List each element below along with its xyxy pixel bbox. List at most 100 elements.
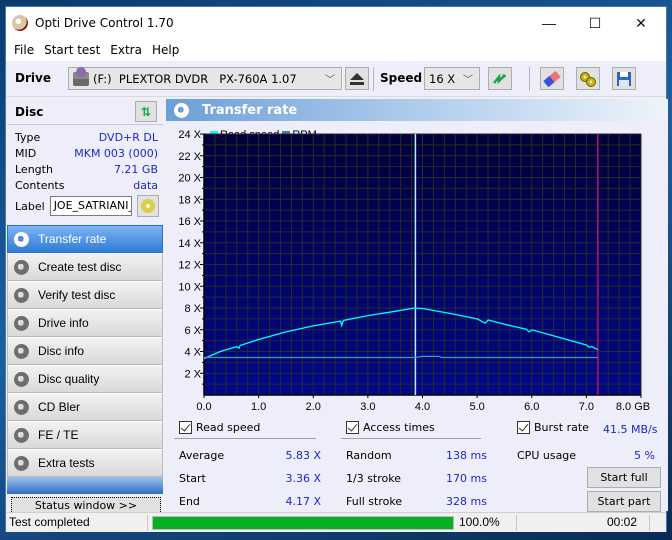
progress-fill [153,517,453,529]
x-tick-label: 1.0 [251,401,266,413]
nav-label: CD Bler [38,400,81,414]
refresh-icon [493,73,506,84]
stat-label: Full stroke [346,495,403,508]
transfer-rate-icon [14,231,29,247]
nav-transfer-rate[interactable]: Transfer rate [7,225,163,253]
menu-help[interactable]: Help [147,43,184,57]
disc-info-icon [14,343,29,359]
read-speed-checkbox[interactable] [179,421,192,434]
minimize-button[interactable]: — [526,7,572,39]
nav-label: FE / TE [38,428,79,442]
settings-button[interactable] [576,67,600,90]
stat-value: 138 ms [446,449,487,462]
divider [174,438,316,439]
app-logo-icon [12,15,28,31]
status-text: Test completed [9,515,90,529]
drive-select-value: (F:) PLEXTOR DVDR PX-760A 1.07 [93,71,297,86]
x-tick-label: 0.0 [196,401,211,413]
status-bar: Test completed 100.0% 00:02 [6,512,666,532]
save-icon [617,71,631,86]
drive-label: Drive [15,71,51,85]
start-part-button[interactable]: Start part [587,491,661,512]
eraser-icon [543,70,561,87]
nav-label: Extra tests [38,456,95,470]
nav-label: Drive info [38,316,89,330]
stat-value: 5 % [634,449,655,462]
elapsed-time: 00:02 [607,515,638,529]
disc-label-input[interactable]: JOE_SATRIANI_ [49,196,132,216]
app-window: Opti Drive Control 1.70 — ☐ ✕ File Start… [5,6,668,532]
drive-info-icon [14,315,29,331]
x-tick-label: 3.0 [360,401,375,413]
y-tick-label: 6 X [184,325,201,337]
eject-button[interactable] [345,67,369,90]
disc-type-value: DVD+R DL [98,130,158,144]
disc-contents-value: data [133,178,158,192]
refresh-speed-button[interactable] [488,67,512,90]
read-speed-average-row: Average 5.83 X [179,449,321,462]
results-panel: Read speed Average 5.83 X Start 3.36 X End… [166,415,668,512]
burst-rate-group-header: Burst rate [517,421,589,434]
nav-verify-test-disc[interactable]: Verify test disc [7,281,163,309]
disc-label-label: Label [15,199,45,213]
disc-length-value: 7.21 GB [113,162,158,176]
close-button[interactable]: ✕ [618,7,664,39]
disc-label-button[interactable] [136,195,159,217]
y-tick-label: 24 X [178,129,201,141]
x-tick-label: 6.0 [524,401,539,413]
speed-select[interactable]: 16 X ﹀ [424,67,480,90]
disc-quality-icon [14,371,29,387]
disc-refresh-button[interactable]: ⇅ [135,101,157,122]
burst-rate-value: 41.5 MB/s [603,423,658,436]
disc-label-row: Label JOE_SATRIANI_ [7,193,163,219]
disc-contents-row: Contents data [7,177,163,193]
toolbar-separator [529,67,530,91]
progress-bar [152,516,454,530]
nav-drive-info[interactable]: Drive info [7,309,163,337]
transfer-rate-chart: 2 X 4 X 6 X 8 X 10 X 12 X 14 X 16 X 18 X 20 X 22 X… [178,129,650,413]
y-tick-label: 20 X [178,173,201,185]
refresh-icon: ⇅ [140,104,152,119]
burst-rate-checkbox[interactable] [517,421,530,434]
menu-extra[interactable]: Extra [105,43,147,57]
status-separator [516,515,517,531]
menu-start-test[interactable]: Start test [39,43,105,57]
y-tick-label: 8 X [184,303,201,315]
extra-tests-icon [14,455,29,471]
eject-icon [350,72,364,85]
fe-te-icon [14,427,29,443]
nav-disc-info[interactable]: Disc info [7,337,163,365]
nav-create-test-disc[interactable]: Create test disc [7,253,163,281]
window-title: Opti Drive Control 1.70 [35,16,174,30]
menu-file[interactable]: File [9,43,39,57]
y-tick-label: 16 X [178,216,201,228]
access-times-checkbox[interactable] [346,421,359,434]
speed-select-value: 16 X [429,71,456,86]
y-tick-label: 14 X [178,238,201,250]
nav-fe-te[interactable]: FE / TE [7,421,163,449]
nav-cd-bler[interactable]: CD Bler [7,393,163,421]
nav-label: Transfer rate [38,232,107,246]
status-separator [649,515,650,531]
nav-label: Verify test disc [38,288,116,302]
nav-disc-quality[interactable]: Disc quality [7,365,163,393]
start-full-button[interactable]: Start full [587,467,661,488]
disc-mid-value: MKM 003 (000) [74,146,158,160]
menu-bar: File Start test Extra Help [6,39,666,61]
erase-button[interactable] [540,67,564,90]
nav-extra-tests[interactable]: Extra tests [7,449,163,477]
y-tick-label: 2 X [184,368,201,380]
nav-label: Disc quality [38,372,100,386]
x-tick-label: 7.0 [579,401,594,413]
drive-select[interactable]: (F:) PLEXTOR DVDR PX-760A 1.07 ﹀ [68,66,342,90]
y-tick-label: 18 X [178,194,201,206]
save-button[interactable] [612,67,636,90]
maximize-button[interactable]: ☐ [572,7,618,39]
x-tick-label: 8.0 GB [616,401,650,413]
disc-type-row: Type DVD+R DL [7,129,163,145]
access-third-stroke-row: 1/3 stroke 170 ms [346,472,487,485]
disc-mid-row: MID MKM 003 (000) [7,145,163,161]
divider [341,438,481,439]
progress-percent: 100.0% [459,515,500,529]
toolbar: Drive (F:) PLEXTOR DVDR PX-760A 1.07 ﹀ S… [6,61,666,97]
